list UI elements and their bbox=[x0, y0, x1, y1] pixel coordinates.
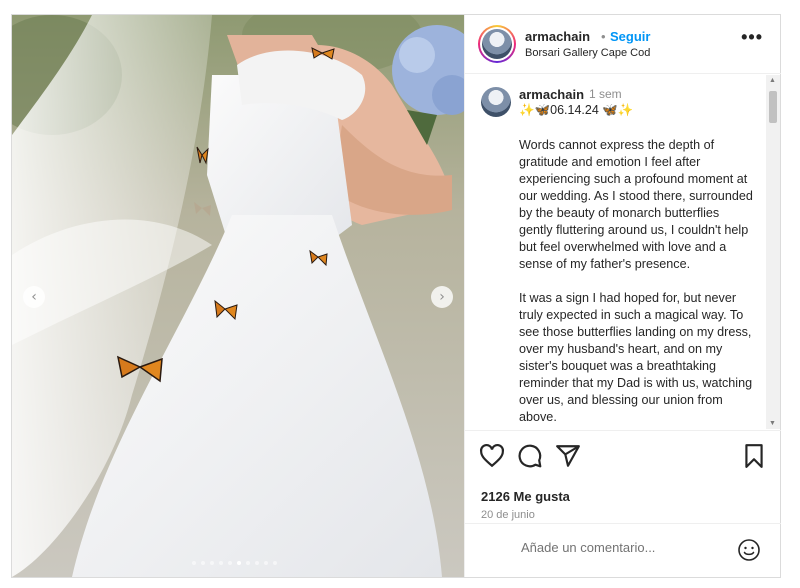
scroll-thumb[interactable] bbox=[769, 91, 777, 123]
carousel-dot bbox=[228, 561, 232, 565]
carousel-dots bbox=[192, 561, 277, 565]
share-icon[interactable] bbox=[555, 443, 581, 469]
next-image-button[interactable]: › bbox=[431, 286, 453, 308]
caption-text: Words cannot express the depth of gratit… bbox=[519, 137, 755, 429]
post-header: armachain • Seguir Borsari Gallery Cape … bbox=[465, 15, 781, 74]
comment-bar bbox=[465, 523, 781, 577]
more-options-icon[interactable]: ••• bbox=[741, 27, 763, 48]
post-sidebar: armachain • Seguir Borsari Gallery Cape … bbox=[464, 15, 781, 577]
caption-area[interactable]: armachain 1 sem ✨🦋06.14.24 🦋✨ Words cann… bbox=[465, 75, 781, 429]
carousel-dot bbox=[210, 561, 214, 565]
bookmark-icon[interactable] bbox=[741, 443, 767, 469]
prev-image-button[interactable]: ‹ bbox=[23, 286, 45, 308]
post-username[interactable]: armachain bbox=[525, 29, 590, 44]
wedding-photo bbox=[12, 15, 464, 577]
location-link[interactable]: Borsari Gallery Cape Cod bbox=[525, 47, 650, 59]
follow-button[interactable]: Seguir bbox=[610, 29, 650, 44]
avatar-image bbox=[482, 29, 512, 59]
caption-username[interactable]: armachain bbox=[519, 87, 584, 102]
carousel-dot bbox=[219, 561, 223, 565]
caption-date-line: ✨🦋06.14.24 🦋✨ bbox=[519, 103, 634, 117]
carousel-dot bbox=[264, 561, 268, 565]
post-media[interactable]: ‹ › bbox=[12, 15, 464, 577]
scroll-up-icon[interactable]: ▲ bbox=[769, 77, 776, 84]
caption-paragraph: Words cannot express the depth of gratit… bbox=[519, 138, 753, 271]
scroll-down-icon[interactable]: ▼ bbox=[769, 420, 776, 427]
carousel-dot bbox=[192, 561, 196, 565]
comment-icon[interactable] bbox=[517, 443, 543, 469]
carousel-dot bbox=[255, 561, 259, 565]
chevron-left-icon: ‹ bbox=[31, 289, 37, 305]
chevron-right-icon: › bbox=[439, 289, 445, 305]
carousel-dot bbox=[237, 561, 241, 565]
caption-scrollbar[interactable]: ▲ ▼ bbox=[766, 75, 780, 429]
carousel-dot bbox=[273, 561, 277, 565]
caption-avatar[interactable] bbox=[481, 87, 511, 117]
post-dialog: ‹ › armachain • Seguir Borsari Gallery C… bbox=[11, 14, 781, 578]
heart-icon[interactable] bbox=[479, 443, 505, 469]
carousel-dot bbox=[246, 561, 250, 565]
dot-separator: • bbox=[601, 29, 606, 44]
action-bar: 2126 Me gusta 20 de junio bbox=[465, 430, 781, 521]
carousel-dot bbox=[201, 561, 205, 565]
likes-count[interactable]: 2126 Me gusta bbox=[481, 489, 570, 504]
caption-paragraph: It was a sign I had hoped for, but never… bbox=[519, 291, 753, 424]
caption-time: 1 sem bbox=[589, 87, 622, 101]
avatar[interactable] bbox=[478, 25, 516, 63]
post-date: 20 de junio bbox=[481, 509, 535, 521]
comment-input[interactable] bbox=[521, 540, 721, 555]
emoji-icon[interactable] bbox=[737, 538, 761, 562]
